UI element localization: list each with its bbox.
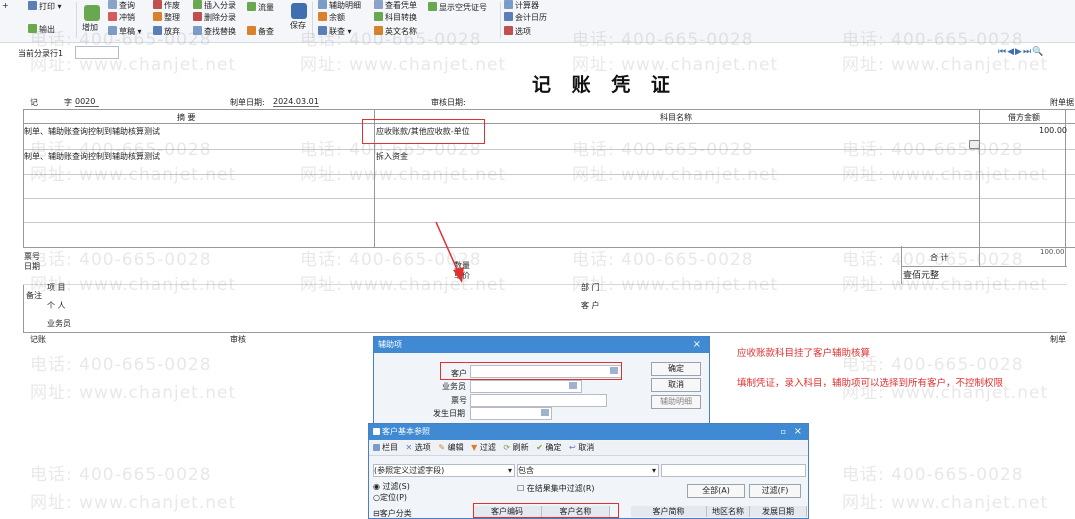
col-develop-date[interactable]: 发展日期: [750, 506, 807, 517]
edit-button[interactable]: ✎ 编辑: [438, 443, 463, 452]
checkbox-icon: ☐: [517, 484, 525, 493]
customer-category-tree[interactable]: ⊟客户分类: [373, 508, 412, 519]
filter-icon: ▼: [471, 443, 478, 452]
aux-ticket-label: 票号: [451, 396, 467, 405]
close-icon[interactable]: ×: [693, 337, 701, 353]
radio-selected-icon: ◉: [373, 482, 380, 491]
options-icon: ✕: [405, 443, 413, 452]
calendar-icon[interactable]: [541, 409, 549, 416]
aux-ticket-input[interactable]: [470, 394, 607, 407]
match-mode-select[interactable]: 包含 ▾: [517, 464, 659, 477]
customer-highlight-box: [440, 362, 622, 380]
maximize-icon[interactable]: ▫: [781, 424, 786, 440]
refresh-button[interactable]: ⟳ 刷新: [503, 443, 528, 452]
filter-button[interactable]: ▼ 过滤: [471, 443, 496, 452]
col-region-name[interactable]: 地区名称: [707, 506, 750, 517]
annotation-line-2: 填制凭证，录入科目，辅助项可以选择到所有客户，不控制权限: [737, 378, 1004, 389]
customer-ref-toolbar: 栏目 ✕ 选项 ✎ 编辑 ▼ 过滤 ⟳ 刷新 ✔ 确定 ↩ 取消: [369, 441, 808, 456]
customer-ref-title: 客户基本参照: [382, 427, 430, 436]
radio-filter[interactable]: ◉ 过滤(S): [373, 481, 410, 492]
salesman-ref-icon[interactable]: [569, 382, 577, 389]
annotation-line-1: 应收账款科目挂了客户辅助核算: [737, 348, 871, 359]
aux-dialog-title: 辅助项: [378, 340, 402, 349]
confirm-button[interactable]: ✔ 确定: [536, 443, 561, 452]
columns-highlight-box: [473, 503, 619, 518]
col-customer-short[interactable]: 客户简称: [631, 506, 707, 517]
columns-button[interactable]: 栏目: [373, 443, 398, 452]
check-icon: ✔: [536, 443, 543, 452]
aux-date-input[interactable]: [470, 407, 552, 420]
aux-salesman-input[interactable]: [470, 380, 582, 393]
close-icon[interactable]: ×: [794, 424, 802, 440]
aux-date-label: 发生日期: [433, 409, 465, 418]
aux-salesman-label: 业务员: [442, 382, 466, 391]
all-button[interactable]: 全部(A): [687, 484, 745, 498]
filter-value-input[interactable]: [661, 464, 806, 477]
options-button[interactable]: ✕ 选项: [406, 443, 431, 452]
refresh-icon: ⟳: [503, 443, 511, 452]
radio-icon: ○: [373, 493, 380, 502]
aux-cancel-button[interactable]: 取消: [651, 378, 701, 392]
cancel-icon: ↩: [568, 443, 576, 452]
radio-locate[interactable]: ○定位(P): [373, 492, 407, 503]
aux-detail-button[interactable]: 辅助明细: [651, 395, 701, 409]
cancel-button[interactable]: ↩ 取消: [569, 443, 594, 452]
aux-dialog-titlebar: 辅助项 ×: [374, 337, 709, 353]
customer-ref-titlebar: 客户基本参照 ▫ ×: [369, 424, 808, 440]
in-result-filter-checkbox[interactable]: ☐ 在结果集中过滤(R): [517, 483, 595, 494]
filter-submit-button[interactable]: 过滤(F): [749, 484, 801, 498]
filter-field-select[interactable]: (参照定义过滤字段) ▾: [373, 464, 515, 477]
aux-item-dialog: 辅助项 × 客户 业务员 票号 发生日期 确定 取消 辅助明细: [373, 336, 710, 428]
edit-icon: ✎: [438, 443, 446, 452]
grid-icon: [373, 428, 380, 435]
columns-icon: [373, 444, 380, 451]
aux-ok-button[interactable]: 确定: [651, 362, 701, 376]
